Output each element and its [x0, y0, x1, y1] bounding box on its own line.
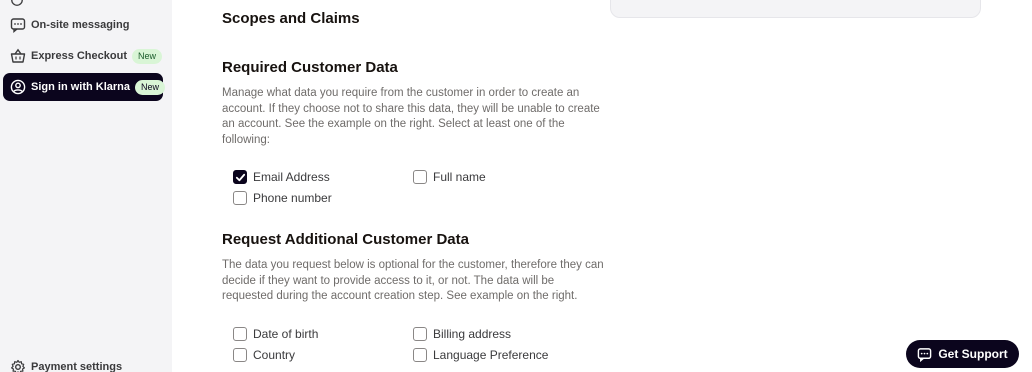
checkbox-box[interactable]	[413, 170, 427, 184]
checkbox-box[interactable]	[233, 327, 247, 341]
gear-icon	[10, 359, 26, 372]
sidebar-item-sign-in-with-klarna[interactable]: Sign in with Klarna New	[3, 73, 166, 101]
new-badge: New	[131, 48, 162, 64]
checkbox-label: Language Preference	[433, 348, 549, 362]
checkbox-label: Phone number	[253, 191, 332, 205]
checkbox-box[interactable]	[413, 348, 427, 362]
new-badge: New	[135, 79, 166, 95]
checkbox-label: Email Address	[253, 170, 330, 184]
main-content: Scopes and Claims Required Customer Data…	[172, 0, 1032, 372]
user-circle-icon	[10, 79, 26, 95]
checkbox-label: Full name	[433, 170, 486, 184]
checkbox-box[interactable]	[413, 327, 427, 341]
preview-panel	[610, 0, 981, 18]
checkbox-label: Date of birth	[253, 327, 319, 341]
required-data-heading: Required Customer Data	[222, 59, 398, 76]
additional-data-heading: Request Additional Customer Data	[222, 231, 469, 248]
sidebar: On-site messaging Express Checkout New S…	[0, 0, 172, 372]
checkbox-email-address[interactable]: Email Address	[233, 170, 330, 184]
checkbox-box[interactable]	[233, 348, 247, 362]
sidebar-item-payment-settings[interactable]: Payment settings	[3, 353, 163, 372]
get-support-button[interactable]: Get Support	[906, 340, 1019, 368]
checkbox-box[interactable]	[233, 170, 247, 184]
checkbox-language-preference[interactable]: Language Preference	[413, 348, 548, 362]
chat-bubble-icon	[918, 347, 932, 362]
checkbox-billing-address[interactable]: Billing address	[413, 327, 511, 341]
checkbox-date-of-birth[interactable]: Date of birth	[233, 327, 318, 341]
partial-nav-icon	[10, 0, 24, 7]
additional-data-description: The data you request below is optional f…	[222, 259, 604, 303]
basket-icon	[10, 48, 26, 64]
chat-dots-icon	[10, 17, 26, 33]
checkbox-phone-number[interactable]: Phone number	[233, 191, 332, 205]
checkbox-label: Country	[253, 348, 296, 362]
sidebar-item-label: Express Checkout	[31, 50, 127, 62]
sidebar-item-label: Payment settings	[31, 361, 123, 372]
checkbox-country[interactable]: Country	[233, 348, 295, 362]
checkbox-full-name[interactable]: Full name	[413, 170, 486, 184]
checkbox-label: Billing address	[433, 327, 512, 341]
page-title: Scopes and Claims	[222, 10, 360, 27]
sidebar-item-label: Sign in with Klarna	[31, 81, 131, 93]
required-data-description: Manage what data you require from the cu…	[222, 87, 600, 147]
sidebar-item-on-site-messaging[interactable]: On-site messaging	[3, 11, 163, 39]
sidebar-item-label: On-site messaging	[31, 19, 130, 31]
get-support-label: Get Support	[938, 347, 1008, 361]
sidebar-item-express-checkout[interactable]: Express Checkout New	[3, 42, 163, 70]
checkmark-icon	[235, 173, 245, 181]
checkbox-box[interactable]	[233, 191, 247, 205]
